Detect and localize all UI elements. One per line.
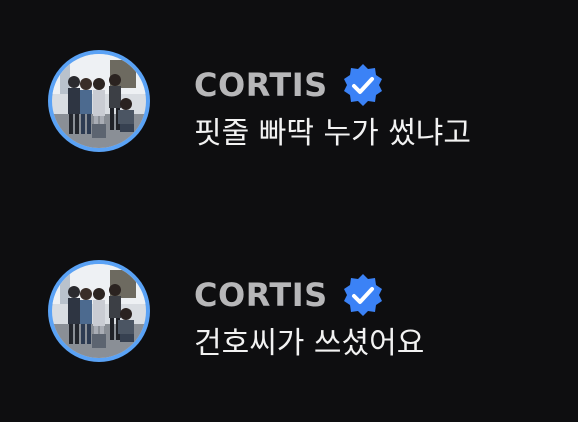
comment-text: 건호씨가 쓰셨어요: [194, 326, 425, 361]
author-name[interactable]: CORTIS: [194, 69, 328, 101]
comment-feed: CORTIS 핏줄 빠딱 누가 썼냐고 CORTIS 건호씨가 쓰셨어요: [0, 0, 578, 422]
avatar[interactable]: [48, 260, 150, 362]
avatar-photo: [52, 264, 146, 358]
author-name[interactable]: CORTIS: [194, 279, 328, 311]
avatar-photo: [52, 54, 146, 148]
verified-badge-icon: [343, 64, 382, 106]
comment-item: CORTIS 건호씨가 쓰셨어요: [48, 260, 548, 370]
comment-text: 핏줄 빠딱 누가 썼냐고: [194, 116, 472, 151]
author-row: CORTIS: [194, 272, 386, 318]
avatar[interactable]: [48, 50, 150, 152]
comment-item: CORTIS 핏줄 빠딱 누가 썼냐고: [48, 50, 548, 160]
author-row: CORTIS: [194, 62, 386, 108]
verified-badge-icon: [343, 274, 382, 316]
